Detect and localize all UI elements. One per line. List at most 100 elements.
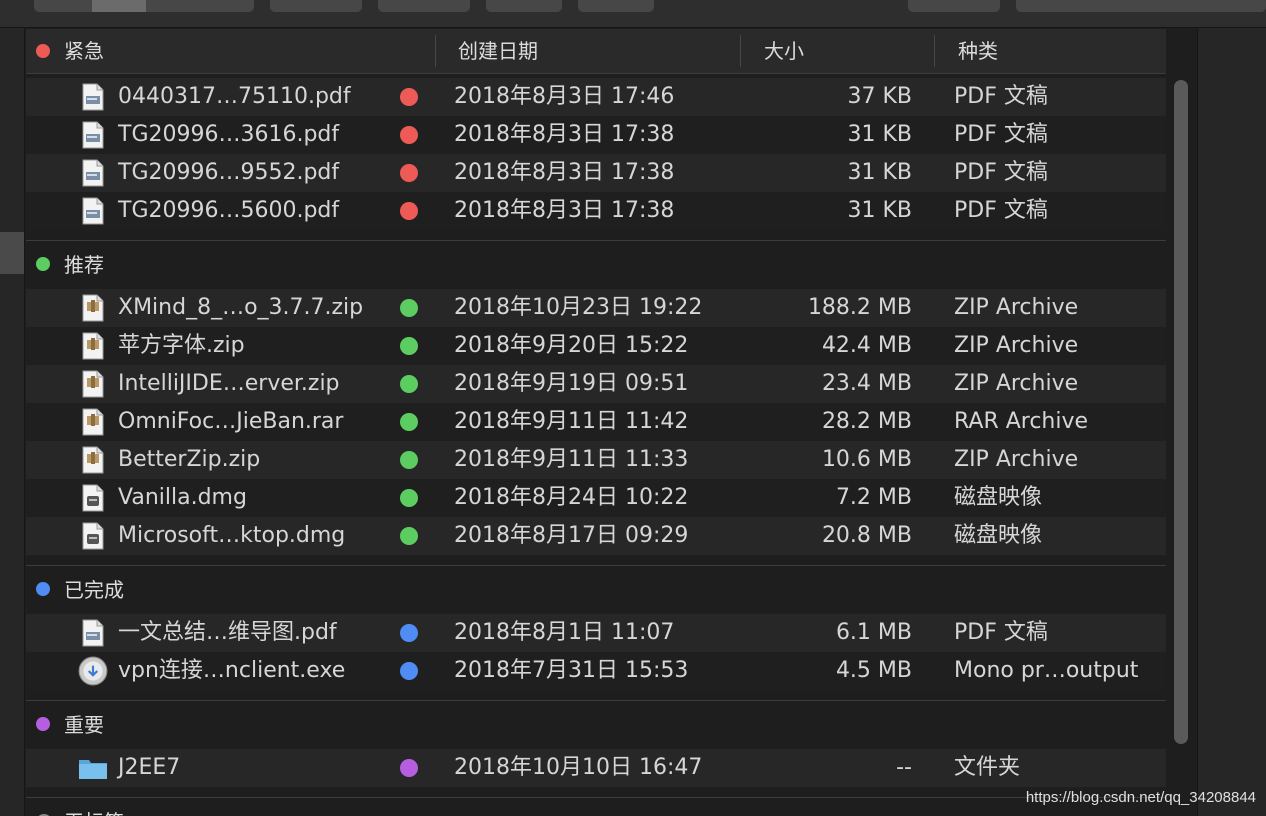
tag-dot (400, 202, 418, 220)
column-divider[interactable] (934, 35, 935, 67)
file-name: TG20996…3616.pdf (118, 122, 340, 147)
group-by-button[interactable] (270, 0, 362, 12)
group-tag-dot (36, 717, 50, 731)
file-row[interactable]: J2EE7 2018年10月10日 16:47 -- 文件夹 (26, 749, 1166, 787)
file-date: 2018年8月24日 10:22 (454, 485, 689, 510)
column-header-size[interactable]: 大小 (764, 29, 804, 73)
group-label: 无标签 (64, 798, 124, 816)
file-row[interactable]: vpn连接…nclient.exe 2018年7月31日 15:53 4.5 MB M… (26, 652, 1166, 690)
sidebar (0, 28, 25, 816)
file-size: 23.4 MB (821, 371, 912, 396)
file-date: 2018年10月10日 16:47 (454, 755, 703, 780)
file-row[interactable]: IntelliJIDE…erver.zip 2018年9月19日 09:51 23.… (26, 365, 1166, 403)
file-date: 2018年8月3日 17:38 (454, 122, 675, 147)
group-tag-dot (36, 582, 50, 596)
file-row[interactable]: TG20996…5600.pdf 2018年8月3日 17:38 31 KB PDF … (26, 192, 1166, 230)
group-header[interactable]: 推荐 (26, 240, 1166, 289)
file-row[interactable]: 苹方字体.zip 2018年9月20日 15:22 42.4 MB ZIP Archi… (26, 327, 1166, 365)
file-size: -- (896, 755, 912, 780)
zip-archive-icon (82, 294, 104, 322)
file-size: 31 KB (847, 198, 912, 223)
sidebar-selected-item[interactable] (0, 232, 24, 274)
file-size: 37 KB (847, 84, 912, 109)
tag-dot (400, 662, 418, 680)
group-label: 重要 (64, 713, 104, 737)
header-tag-dot (36, 44, 50, 58)
group-header[interactable]: 无标签 (26, 797, 1166, 816)
tag-dot (400, 527, 418, 545)
finder-toolbar (0, 0, 1266, 28)
disk-image-icon (82, 522, 104, 550)
file-name: TG20996…9552.pdf (118, 160, 340, 185)
group-tag-dot (36, 257, 50, 271)
column-header-name[interactable]: 紧急 (64, 29, 104, 73)
group-header[interactable]: 已完成 (26, 565, 1166, 614)
file-date: 2018年8月17日 09:29 (454, 523, 689, 548)
action-button[interactable] (378, 0, 470, 12)
file-name: 苹方字体.zip (118, 333, 245, 358)
tags-button[interactable] (578, 0, 654, 12)
file-date: 2018年9月11日 11:33 (454, 447, 689, 472)
column-header: 紧急 创建日期 大小 种类 (26, 29, 1166, 74)
file-kind: ZIP Archive (954, 333, 1079, 358)
list-view-button[interactable] (92, 0, 146, 12)
file-row[interactable]: Microsoft…ktop.dmg 2018年8月17日 09:29 20.8 M… (26, 517, 1166, 555)
file-date: 2018年8月3日 17:38 (454, 198, 675, 223)
file-date: 2018年10月23日 19:22 (454, 295, 703, 320)
share-button[interactable] (486, 0, 562, 12)
file-row[interactable]: BetterZip.zip 2018年9月11日 11:33 10.6 MB ZIP … (26, 441, 1166, 479)
file-kind: 磁盘映像 (954, 523, 1043, 548)
folder-icon (79, 760, 107, 779)
tag-dot (400, 375, 418, 393)
file-size: 188.2 MB (807, 295, 912, 320)
file-kind: PDF 文稿 (954, 122, 1048, 147)
tag-dot (400, 337, 418, 355)
column-header-kind[interactable]: 种类 (958, 29, 998, 73)
group-label: 已完成 (64, 578, 124, 602)
column-divider[interactable] (435, 35, 436, 67)
file-size: 31 KB (847, 122, 912, 147)
file-size: 10.6 MB (821, 447, 912, 472)
exe-installer-icon (78, 656, 108, 686)
column-header-date[interactable]: 创建日期 (458, 29, 538, 73)
file-row[interactable]: Vanilla.dmg 2018年8月24日 10:22 7.2 MB 磁盘映像 (26, 479, 1166, 517)
disk-image-icon (82, 484, 104, 512)
file-row[interactable]: TG20996…3616.pdf 2018年8月3日 17:38 31 KB PDF … (26, 116, 1166, 154)
file-row[interactable]: 0440317…75110.pdf 2018年8月3日 17:46 37 KB PDF… (26, 78, 1166, 116)
group-header[interactable]: 重要 (26, 700, 1166, 749)
file-size: 31 KB (847, 160, 912, 185)
file-date: 2018年8月1日 11:07 (454, 620, 675, 645)
file-size: 7.2 MB (835, 485, 912, 510)
file-date: 2018年8月3日 17:38 (454, 160, 675, 185)
tag-dot (400, 624, 418, 642)
file-row[interactable]: XMind_8_…o_3.7.7.zip 2018年10月23日 19:22 188… (26, 289, 1166, 327)
file-size: 28.2 MB (821, 409, 912, 434)
file-name: 一文总结…维导图.pdf (118, 620, 337, 645)
file-name: vpn连接…nclient.exe (118, 658, 346, 683)
tag-dot (400, 489, 418, 507)
file-size: 6.1 MB (835, 620, 912, 645)
file-kind: 文件夹 (954, 755, 1021, 780)
tag-dot (400, 299, 418, 317)
file-row[interactable]: 一文总结…维导图.pdf 2018年8月1日 11:07 6.1 MB PDF 文稿 (26, 614, 1166, 652)
file-name: Vanilla.dmg (118, 485, 247, 510)
file-kind: 磁盘映像 (954, 485, 1043, 510)
file-size: 42.4 MB (821, 333, 912, 358)
file-name: J2EE7 (118, 755, 181, 780)
file-kind: ZIP Archive (954, 447, 1079, 472)
tag-dot (400, 164, 418, 182)
file-row[interactable]: TG20996…9552.pdf 2018年8月3日 17:38 31 KB PDF … (26, 154, 1166, 192)
file-kind: PDF 文稿 (954, 84, 1048, 109)
search-field[interactable] (1016, 0, 1266, 12)
vertical-scrollbar[interactable] (1174, 80, 1188, 744)
column-divider[interactable] (740, 35, 741, 67)
zip-archive-icon (82, 332, 104, 360)
file-row[interactable]: OmniFoc…JieBan.rar 2018年9月11日 11:42 28.2 M… (26, 403, 1166, 441)
file-size: 4.5 MB (835, 658, 912, 683)
file-kind: PDF 文稿 (954, 620, 1048, 645)
pdf-file-icon (82, 619, 104, 647)
file-kind: ZIP Archive (954, 295, 1079, 320)
tag-dot (400, 88, 418, 106)
pdf-file-icon (82, 159, 104, 187)
path-button[interactable] (908, 0, 1000, 12)
